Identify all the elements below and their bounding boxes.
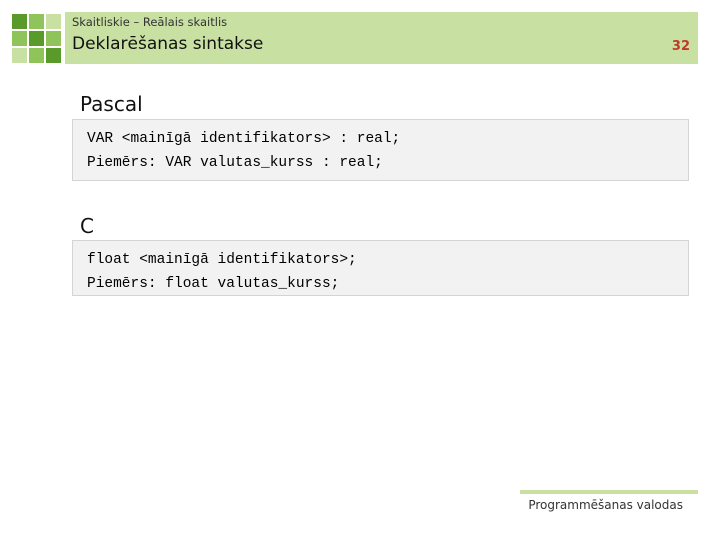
code-line: Piemērs: VAR valutas_kurss : real; [87, 155, 383, 171]
breadcrumb: Skaitliskie – Reālais skaitlis [72, 15, 228, 29]
code-line: float <mainīgā identifikators>; [87, 252, 357, 268]
code-box-pascal: VAR <mainīgā identifikators> : real; Pie… [72, 119, 689, 181]
slide-number: 32 [671, 39, 690, 54]
section-heading-pascal: Pascal [80, 92, 143, 116]
section-heading-c: C [80, 214, 94, 238]
logo-grid-icon [12, 14, 64, 66]
slide-title: Deklarēšanas sintakse [72, 34, 264, 54]
footer-text: Programmēšanas valodas [528, 498, 683, 512]
code-box-c: float <mainīgā identifikators>; Piemērs:… [72, 240, 689, 296]
footer-rule [520, 490, 698, 494]
code-line: VAR <mainīgā identifikators> : real; [87, 131, 401, 147]
code-line: Piemērs: float valutas_kurss; [87, 276, 340, 292]
